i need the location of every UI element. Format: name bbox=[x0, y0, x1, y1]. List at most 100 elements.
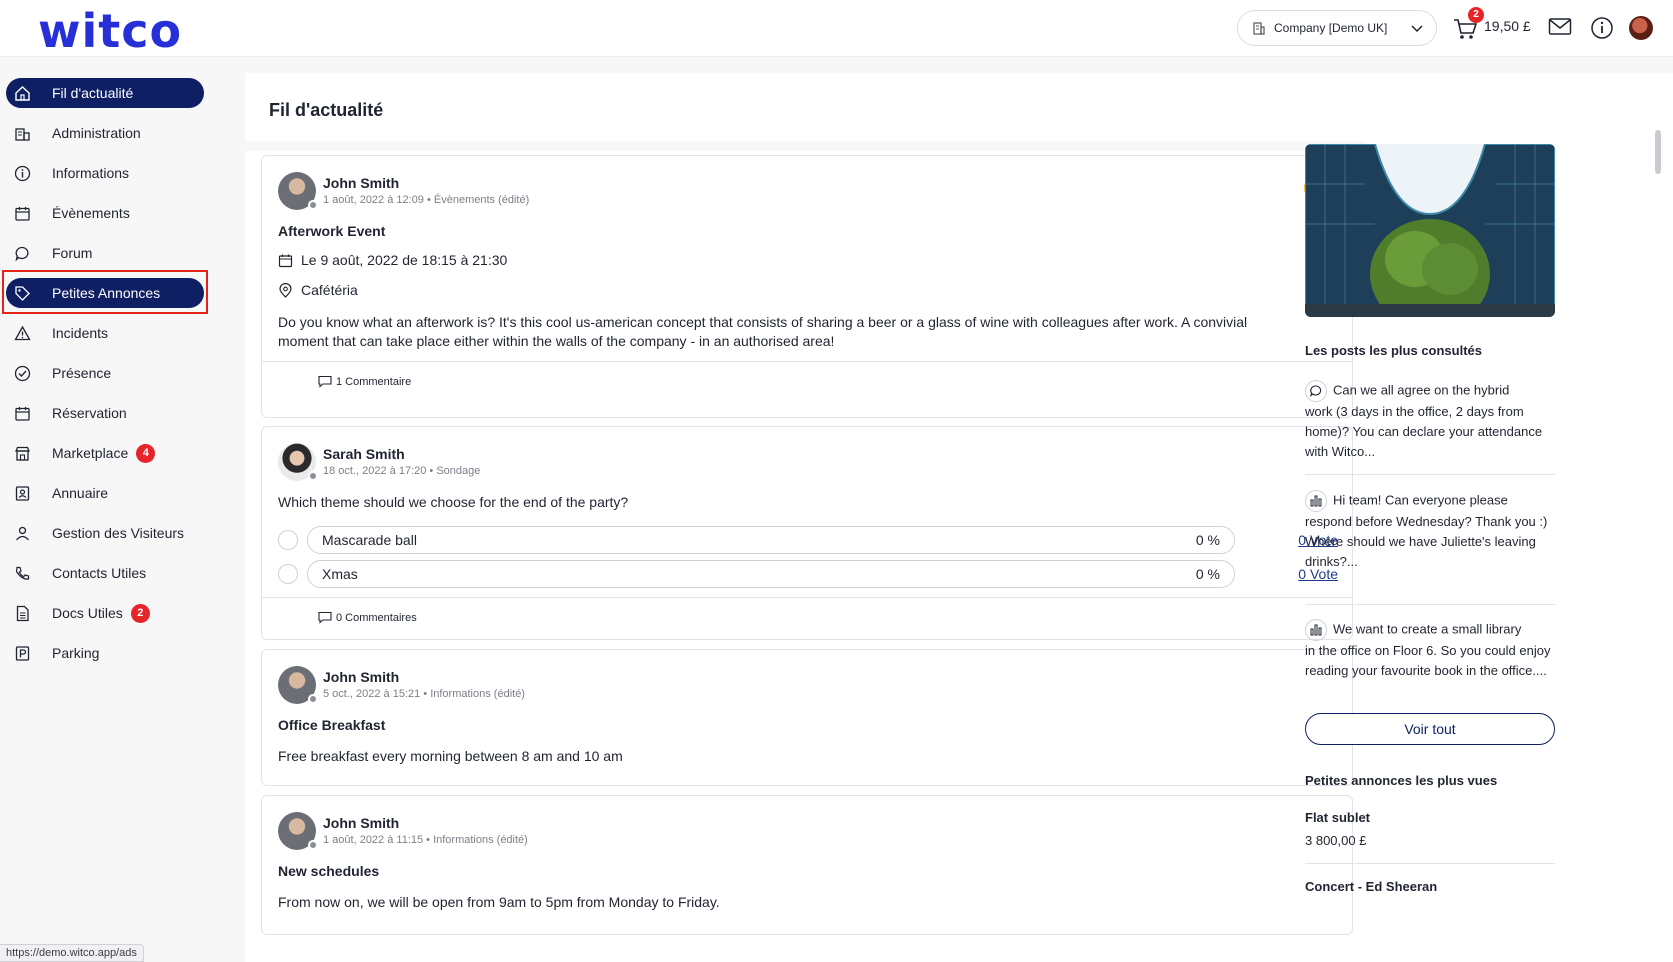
comment-icon bbox=[318, 375, 332, 388]
sidebar-item-incidents[interactable]: Incidents bbox=[6, 318, 204, 348]
warning-icon bbox=[14, 325, 31, 340]
page-title: Fil d'actualité bbox=[269, 100, 384, 120]
poll-icon bbox=[1305, 619, 1327, 641]
post-author[interactable]: John Smith bbox=[323, 669, 399, 685]
sidebar-item-label: Parking bbox=[52, 645, 100, 661]
post-meta: 5 oct., 2022 à 15:21 • Informations (édi… bbox=[323, 688, 525, 700]
cart-badge: 2 bbox=[1468, 7, 1484, 23]
sidebar-item-presence[interactable]: Présence bbox=[6, 358, 204, 388]
phone-icon bbox=[15, 566, 30, 580]
sidebar-item-informations[interactable]: Informations bbox=[6, 158, 204, 188]
sidebar-item-marketplace[interactable]: Marketplace 4 bbox=[6, 438, 204, 468]
post-body: Do you know what an afterwork is? It's t… bbox=[278, 314, 1248, 349]
poll-option-percent: 0 % bbox=[1195, 532, 1220, 548]
feed-post[interactable]: Sarah Smith 18 oct., 2022 à 17:20 • Sond… bbox=[261, 426, 1353, 640]
event-location: Cafétéria bbox=[278, 282, 358, 298]
most-viewed-post[interactable]: Hi team! Can everyone please respond bef… bbox=[1305, 490, 1555, 572]
most-viewed-post[interactable]: We want to create a small library in the… bbox=[1305, 619, 1555, 681]
home-icon bbox=[15, 85, 30, 101]
post-author[interactable]: John Smith bbox=[323, 815, 399, 831]
sidebar-item-label: Contacts Utiles bbox=[52, 565, 147, 581]
store-icon bbox=[15, 446, 30, 461]
building-image bbox=[1305, 144, 1555, 317]
scrollbar-thumb[interactable] bbox=[1655, 130, 1661, 174]
post-title: Afterwork Event bbox=[278, 223, 386, 239]
parking-icon bbox=[15, 645, 30, 661]
most-viewed-title: Les posts les plus consultés bbox=[1305, 343, 1482, 358]
sidebar-item-label: Fil d'actualité bbox=[52, 85, 134, 101]
poll-option-bar[interactable]: Xmas 0 % bbox=[307, 560, 1235, 588]
divider bbox=[1305, 474, 1555, 475]
company-select-value: Company [Demo UK] bbox=[1274, 21, 1388, 35]
ad-title[interactable]: Flat sublet bbox=[1305, 810, 1370, 825]
post-title: Office Breakfast bbox=[278, 717, 386, 733]
poll-option-bar[interactable]: Mascarade ball 0 % bbox=[307, 526, 1235, 554]
selection-highlight bbox=[2, 270, 208, 314]
sidebar-item-annuaire[interactable]: Annuaire bbox=[6, 478, 204, 508]
poll-option[interactable]: Xmas 0 % 0 Vote bbox=[278, 560, 1354, 588]
event-date-text: Le 9 août, 2022 de 18:15 à 21:30 bbox=[301, 252, 508, 268]
sidebar-item-label: Incidents bbox=[52, 325, 109, 341]
location-pin-icon bbox=[279, 282, 292, 298]
post-excerpt-line1: Can we all agree on the hybrid bbox=[1333, 382, 1510, 398]
sidebar-item-label: Docs Utiles bbox=[52, 605, 123, 621]
poll-option-percent: 0 % bbox=[1195, 566, 1220, 582]
post-excerpt-more: Where should we have Juliette's leaving … bbox=[1305, 534, 1536, 569]
top-bar: witco Company [Demo UK] 2 19,50 £ bbox=[0, 0, 1673, 57]
sidebar-item-label: Informations bbox=[52, 165, 130, 181]
docs-badge: 2 bbox=[130, 603, 150, 623]
most-viewed-post[interactable]: Can we all agree on the hybrid work (3 d… bbox=[1305, 380, 1555, 462]
post-meta: 1 août, 2022 à 12:09 • Évènements (édité… bbox=[323, 194, 530, 206]
post-divider bbox=[262, 597, 1352, 598]
calendar-icon bbox=[15, 206, 30, 221]
poll-option[interactable]: Mascarade ball 0 % 0 Vote bbox=[278, 526, 1354, 554]
witco-logo[interactable]: witco bbox=[38, 6, 182, 56]
sidebar-item-docs-utiles[interactable]: Docs Utiles 2 bbox=[6, 598, 204, 628]
info-icon[interactable] bbox=[1590, 16, 1614, 40]
ad-price: 3 800,00 £ bbox=[1305, 833, 1367, 848]
user-avatar[interactable] bbox=[1629, 16, 1653, 40]
sidebar-item-administration[interactable]: Administration bbox=[6, 118, 204, 148]
feed-post[interactable]: John Smith 1 août, 2022 à 11:15 • Inform… bbox=[261, 795, 1353, 935]
comments-link[interactable]: 0 Commentaires bbox=[318, 611, 417, 624]
feed-post[interactable]: John Smith 5 oct., 2022 à 15:21 • Inform… bbox=[261, 649, 1353, 786]
sidebar-item-label: Administration bbox=[52, 125, 141, 141]
poll-option-label: Xmas bbox=[322, 566, 358, 582]
info-icon bbox=[14, 165, 31, 181]
poll-radio[interactable] bbox=[278, 564, 298, 584]
popular-ads-title: Petites annonces les plus vues bbox=[1305, 773, 1498, 788]
building-icon bbox=[1253, 22, 1265, 35]
sidebar-item-label: Annuaire bbox=[52, 485, 109, 501]
post-author[interactable]: John Smith bbox=[323, 175, 399, 191]
post-divider bbox=[262, 361, 1352, 362]
poll-radio[interactable] bbox=[278, 530, 298, 550]
sidebar-item-gestion-visiteurs[interactable]: Gestion des Visiteurs bbox=[6, 518, 204, 548]
sidebar-item-label: Gestion des Visiteurs bbox=[52, 525, 185, 541]
sidebar-item-label: Réservation bbox=[52, 405, 127, 421]
see-all-button[interactable]: Voir tout bbox=[1305, 713, 1555, 745]
sidebar-item-contacts-utiles[interactable]: Contacts Utiles bbox=[6, 558, 204, 588]
sidebar-item-label: Présence bbox=[52, 365, 112, 381]
mail-icon[interactable] bbox=[1548, 17, 1572, 37]
comments-link[interactable]: 1 Commentaire bbox=[318, 375, 411, 388]
sidebar-item-label: Évènements bbox=[52, 205, 130, 221]
comments-count: 1 Commentaire bbox=[336, 375, 412, 388]
chevron-down-icon bbox=[1411, 25, 1423, 33]
feed-post[interactable]: John Smith 1 août, 2022 à 12:09 • Évènem… bbox=[261, 155, 1353, 418]
company-select[interactable]: Company [Demo UK] bbox=[1237, 10, 1437, 46]
post-body: Free breakfast every morning between 8 a… bbox=[278, 748, 623, 764]
feed-separator bbox=[245, 141, 1365, 151]
post-excerpt: respond before Wednesday? Thank you :) bbox=[1305, 514, 1548, 529]
ad-title[interactable]: Concert - Ed Sheeran bbox=[1305, 879, 1437, 894]
sidebar-item-fil-actualite[interactable]: Fil d'actualité bbox=[6, 78, 204, 108]
sidebar-item-parking[interactable]: Parking bbox=[6, 638, 204, 668]
balance[interactable]: 19,50 £ bbox=[1484, 18, 1531, 34]
post-author[interactable]: Sarah Smith bbox=[323, 446, 405, 462]
post-excerpt-line1: Hi team! Can everyone please bbox=[1333, 492, 1508, 508]
sidebar-item-evenements[interactable]: Évènements bbox=[6, 198, 204, 228]
sidebar-item-reservation[interactable]: Réservation bbox=[6, 398, 204, 428]
sidebar-item-forum[interactable]: Forum bbox=[6, 238, 204, 268]
post-meta: 18 oct., 2022 à 17:20 • Sondage bbox=[323, 465, 481, 477]
marketplace-badge: 4 bbox=[136, 443, 156, 463]
sidebar-item-label: Forum bbox=[52, 245, 93, 261]
